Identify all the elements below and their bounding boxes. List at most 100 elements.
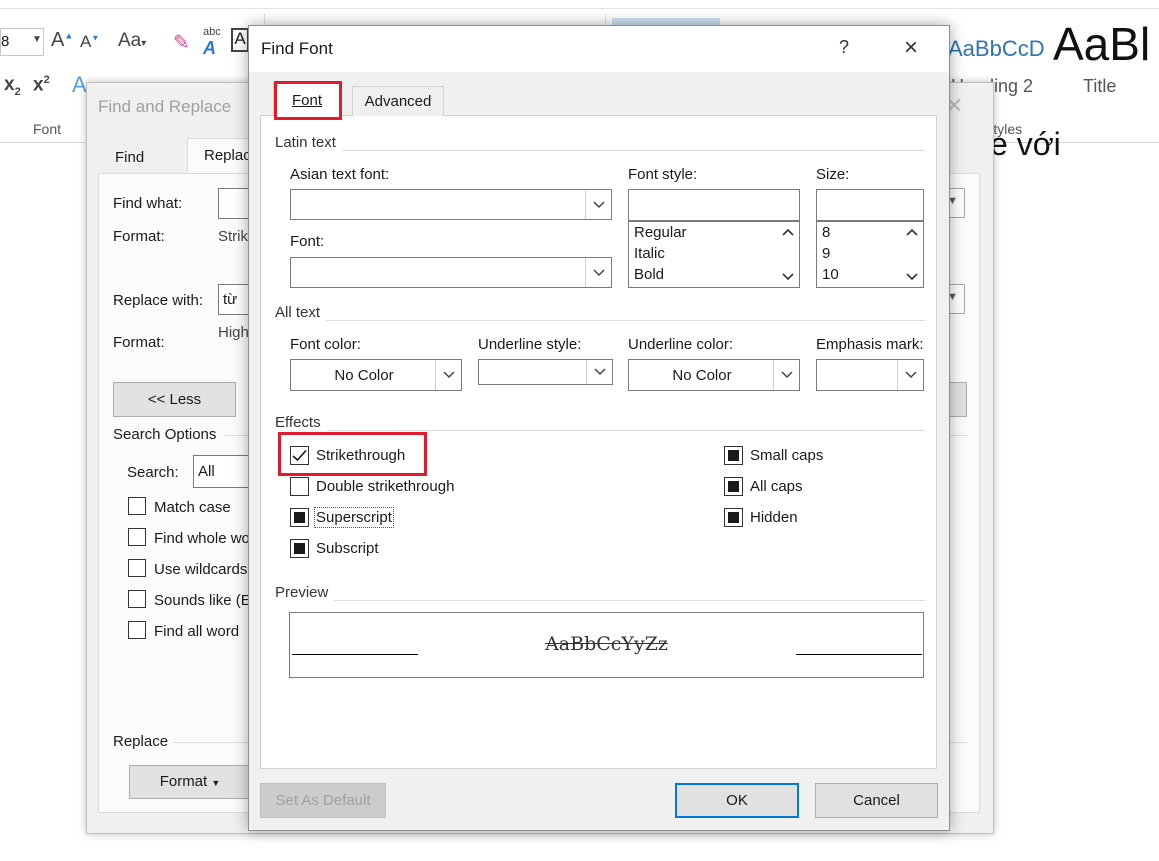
use-wildcards-checkbox[interactable] [128,559,146,577]
divider [173,742,253,743]
less-button[interactable]: << Less [113,382,236,417]
list-item[interactable]: Regular [629,222,799,243]
chevron-down-icon: ▼ [32,34,42,45]
list-item[interactable]: Italic [629,243,799,264]
subscript-checkbox[interactable] [290,539,309,558]
underline-style-label: Underline style: [478,336,582,353]
superscript-checkbox[interactable] [290,508,309,527]
find-format-value: Strik [218,228,248,245]
help-button[interactable]: ? [839,37,849,58]
find-what-label: Find what: [113,195,183,212]
superscript-button[interactable]: x2 [33,74,50,96]
scrollbar[interactable] [901,222,923,287]
font-color-combo[interactable]: No Color [290,359,462,391]
size-list[interactable]: 8 9 10 [816,221,924,288]
find-format-label: Format: [113,228,165,245]
divider [947,742,967,743]
divider [275,600,925,601]
tab-find[interactable]: Find [99,141,187,175]
hidden-label: Hidden [750,509,798,526]
scrollbar[interactable] [777,222,799,287]
find-font-dialog: Find Font ? × Font Advanced Latin text A… [248,25,950,831]
clear-formatting-icon[interactable]: ✎ [173,30,190,55]
effects-label: Effects [275,414,327,431]
chevron-down-icon [586,360,612,384]
chevron-down-icon [906,273,918,281]
chevron-down-icon [585,190,611,219]
preview-box: AaBbCcYyZz [289,612,924,678]
double-strikethrough-checkbox[interactable] [290,477,309,496]
replace-with-label: Replace with: [113,292,204,309]
ok-button[interactable]: OK [675,783,799,818]
font-style-label: Font style: [628,166,698,183]
document-text: e với [990,126,1061,162]
chevron-down-icon [435,360,461,390]
size-input[interactable] [816,189,924,221]
emphasis-mark-label: Emphasis mark: [816,336,924,353]
set-as-default-button[interactable]: Set As Default [260,783,386,818]
divider [275,150,925,151]
search-label: Search: [127,464,179,481]
text-effect-icon[interactable]: A [72,72,87,98]
emphasis-mark-combo[interactable] [816,359,924,391]
text-effects-icon[interactable]: abc A [203,26,221,59]
shrink-font-button[interactable]: A▼ [80,32,99,52]
find-all-word-forms-checkbox[interactable] [128,621,146,639]
font-size-combo[interactable]: 8 ▼ [0,28,44,56]
underline-color-value: No Color [672,366,732,384]
replace-section-label: Replace [113,733,169,750]
font-color-label: Font color: [290,336,361,353]
asian-font-combo[interactable] [290,189,612,220]
chevron-down-icon [585,258,611,287]
list-item[interactable]: Bold [629,264,799,285]
cancel-button[interactable]: Cancel [815,783,938,818]
divider [275,430,925,431]
format-button[interactable]: Format ▼ [129,765,251,799]
chevron-up-icon [906,228,918,236]
divider [275,320,925,321]
small-caps-label: Small caps [750,447,824,464]
asian-font-label: Asian text font: [290,166,390,183]
find-replace-title: Find and Replace [98,97,232,116]
character-border-icon[interactable]: A [231,28,249,52]
font-label: Font: [290,233,325,250]
font-group-label: Font [33,121,62,137]
font-size-value: 8 [1,33,10,50]
find-whole-words-label: Find whole wo [154,530,250,547]
chevron-down-icon [782,273,794,281]
search-direction-combo[interactable]: All [193,455,253,488]
style-heading2-preview[interactable]: AaBbCcD [948,36,1045,62]
font-style-list[interactable]: Regular Italic Bold [628,221,800,288]
latin-text-label: Latin text [275,134,342,151]
underline-color-combo[interactable]: No Color [628,359,800,391]
font-combo[interactable] [290,257,612,288]
find-whole-words-checkbox[interactable] [128,528,146,546]
hidden-checkbox[interactable] [724,508,743,527]
match-case-label: Match case [154,499,231,516]
underline-color-label: Underline color: [628,336,734,353]
sounds-like-checkbox[interactable] [128,590,146,608]
search-options-label: Search Options [113,426,217,443]
size-label: Size: [816,166,850,183]
close-button[interactable]: × [904,34,918,62]
grow-font-button[interactable]: A▲ [51,29,73,52]
all-caps-label: All caps [750,478,803,495]
small-caps-checkbox[interactable] [724,446,743,465]
double-strikethrough-label: Double strikethrough [316,478,455,495]
find-all-word-forms-label: Find all word [154,623,240,640]
font-style-input[interactable] [628,189,800,221]
match-case-checkbox[interactable] [128,497,146,515]
style-title-preview[interactable]: AaBl [1053,17,1150,71]
preview-label: Preview [275,584,335,601]
tab-advanced[interactable]: Advanced [352,86,444,116]
underline-style-combo[interactable] [478,359,613,385]
search-direction-value: All [198,463,215,480]
style-title-label: Title [1083,76,1117,96]
change-case-button[interactable]: Aa▾ [118,30,146,52]
replace-format-label: Format: [113,334,165,351]
all-caps-checkbox[interactable] [724,477,743,496]
subscript-button[interactable]: x2 [4,74,21,98]
replace-format-value: High [218,324,249,341]
divider [225,435,250,436]
chevron-up-icon [782,228,794,236]
